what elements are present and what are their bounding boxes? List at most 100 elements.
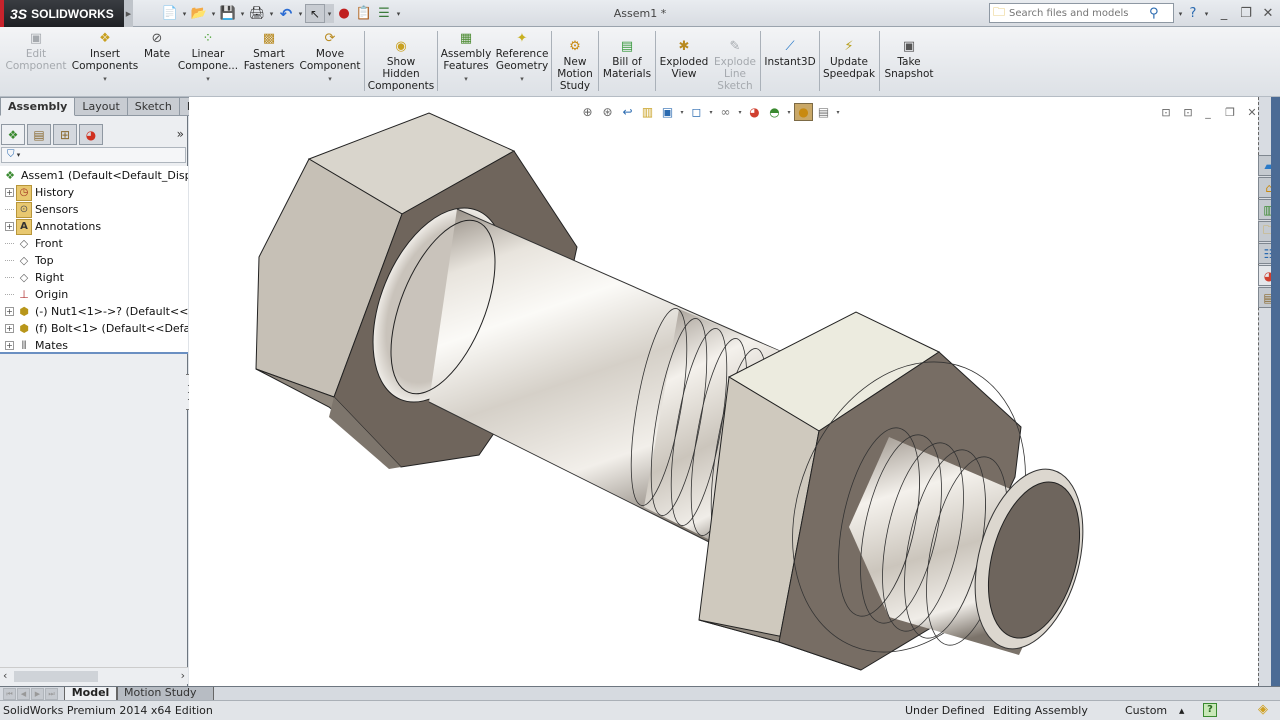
realview-graphics-icon[interactable]: ● xyxy=(794,103,813,121)
tab-motion-study-1[interactable]: Motion Study 1 xyxy=(117,687,214,711)
dropdown-arrow[interactable]: ▾ xyxy=(328,73,332,85)
assembly-features-button[interactable]: ▦ Assembly Features ▾ xyxy=(441,31,492,85)
print-icon[interactable]: 🖨 xyxy=(247,4,267,23)
zoom-to-area-icon[interactable]: ⊛ xyxy=(598,103,617,121)
edit-appearance-icon[interactable]: ◕ xyxy=(745,103,764,121)
tab-model[interactable]: Model xyxy=(64,687,117,701)
dropdown-arrow[interactable]: ▾ xyxy=(103,73,107,85)
exploded-view-button[interactable]: ✱ Exploded View xyxy=(658,39,710,80)
search-input[interactable] xyxy=(1009,7,1146,19)
tab-sketch[interactable]: Sketch xyxy=(127,97,180,116)
tree-node-front-plane[interactable]: ◇ Front xyxy=(5,235,63,252)
move-component-button[interactable]: ⟳ Move Component ▾ xyxy=(299,31,361,85)
view-settings-dropdown[interactable]: ▾ xyxy=(834,109,842,116)
tree-node-sensors[interactable]: ⊙ Sensors xyxy=(5,201,78,218)
print-dropdown[interactable]: ▾ xyxy=(267,4,276,23)
mate-button[interactable]: ⊘ Mate xyxy=(142,31,172,60)
expand-panel-icon[interactable]: » xyxy=(177,127,184,141)
save-icon[interactable]: 💾 xyxy=(218,4,238,23)
apply-scene-icon[interactable]: ◓ xyxy=(765,103,784,121)
featuremanager-tree-tab[interactable]: ❖ xyxy=(1,124,25,145)
zoom-to-fit-icon[interactable]: ⊕ xyxy=(578,103,597,121)
select-icon[interactable]: ↖ xyxy=(305,4,325,23)
options-icon[interactable]: ☰ xyxy=(374,4,394,23)
graphics-area[interactable] xyxy=(189,97,1258,686)
help-icon[interactable]: ? xyxy=(1183,4,1203,22)
display-style-dropdown[interactable]: ▾ xyxy=(707,109,715,116)
help-quick-tips-icon[interactable]: ? xyxy=(1203,703,1217,717)
split-horizontal-icon[interactable]: ⊡ xyxy=(1158,104,1174,120)
insert-components-button[interactable]: ❖ Insert Components ▾ xyxy=(72,31,138,85)
options-dropdown[interactable]: ▾ xyxy=(394,4,403,23)
previous-tab-icon[interactable]: ◀ xyxy=(17,688,30,700)
view-settings-icon[interactable]: ▤ xyxy=(814,103,833,121)
hide-show-items-icon[interactable]: ∞ xyxy=(716,103,735,121)
search-icon[interactable]: ⚲ xyxy=(1149,6,1159,21)
edit-component-button[interactable]: ▣ Edit Component xyxy=(6,31,67,72)
expand-icon[interactable]: + xyxy=(5,188,14,197)
smart-fasteners-button[interactable]: ▩ Smart Fasteners xyxy=(242,31,296,72)
explode-line-sketch-button[interactable]: ✎ Explode Line Sketch xyxy=(712,39,758,92)
new-motion-study-button[interactable]: ⚙ New Motion Study xyxy=(554,39,596,92)
tree-filter[interactable]: ⛉ ▾ xyxy=(1,147,186,163)
units-menu-arrow[interactable]: ▲ xyxy=(1179,707,1184,715)
expand-icon[interactable]: + xyxy=(5,222,14,231)
expand-icon[interactable]: + xyxy=(5,324,14,333)
select-dropdown[interactable]: ▾ xyxy=(325,4,334,23)
new-dropdown[interactable]: ▾ xyxy=(180,4,189,23)
bolt-nut-model[interactable] xyxy=(189,97,1258,686)
tree-node-mates[interactable]: + ⫴ Mates xyxy=(5,337,68,352)
tag-icon[interactable]: ◈ xyxy=(1258,702,1268,717)
restore-icon[interactable]: ❐ xyxy=(1236,4,1256,22)
viewport-restore-icon[interactable]: ❐ xyxy=(1222,104,1238,120)
display-manager-tab[interactable]: ◕ xyxy=(79,124,103,145)
dropdown-arrow[interactable]: ▾ xyxy=(520,73,524,85)
update-speedpak-button[interactable]: ⚡ Update Speedpak xyxy=(822,39,876,80)
help-dropdown[interactable]: ▾ xyxy=(1202,4,1211,23)
tab-layout[interactable]: Layout xyxy=(75,97,128,116)
tab-assembly[interactable]: Assembly xyxy=(0,97,76,116)
file-properties-icon[interactable]: 📋 xyxy=(354,4,374,23)
undo-icon[interactable]: ↶ xyxy=(276,4,296,23)
instant3d-button[interactable]: ⟋ Instant3D xyxy=(763,39,817,68)
linear-component-pattern-button[interactable]: ⁘ Linear Compone... ▾ xyxy=(178,31,238,85)
view-orientation-dropdown[interactable]: ▾ xyxy=(678,109,686,116)
property-manager-tab[interactable]: ▤ xyxy=(27,124,51,145)
undo-dropdown[interactable]: ▾ xyxy=(296,4,305,23)
split-vertical-icon[interactable]: ⊡ xyxy=(1180,104,1196,120)
display-style-icon[interactable]: ◻ xyxy=(687,103,706,121)
dropdown-arrow[interactable]: ▾ xyxy=(464,73,468,85)
last-tab-icon[interactable]: ⏭ xyxy=(45,688,58,700)
previous-view-icon[interactable]: ↩ xyxy=(618,103,637,121)
unit-system[interactable]: Custom xyxy=(1125,704,1167,717)
solidworks-logo[interactable]: 3S SOLIDWORKS xyxy=(0,0,124,27)
menu-expand-arrow[interactable]: ▶ xyxy=(124,0,133,27)
minimize-icon[interactable]: _ xyxy=(1214,4,1234,22)
first-tab-icon[interactable]: ⏮ xyxy=(3,688,16,700)
view-orientation-icon[interactable]: ▣ xyxy=(658,103,677,121)
tree-node-annotations[interactable]: + A Annotations xyxy=(5,218,101,235)
open-dropdown[interactable]: ▾ xyxy=(209,4,218,23)
save-dropdown[interactable]: ▾ xyxy=(238,4,247,23)
bill-of-materials-button[interactable]: ▤ Bill of Materials xyxy=(602,39,652,80)
tree-node-assem1[interactable]: ❖ Assem1 (Default<Default_Display xyxy=(2,167,188,184)
expand-icon[interactable]: + xyxy=(5,341,14,350)
section-view-icon[interactable]: ▥ xyxy=(638,103,657,121)
take-snapshot-button[interactable]: ▣ Take Snapshot xyxy=(882,39,936,80)
apply-scene-dropdown[interactable]: ▾ xyxy=(785,109,793,116)
scroll-left-icon[interactable]: ‹ xyxy=(3,669,7,682)
tree-node-bolt[interactable]: + ⬢ (f) Bolt<1> (Default<<Default xyxy=(5,320,188,337)
new-document-icon[interactable]: 📄 xyxy=(160,4,180,23)
hide-show-dropdown[interactable]: ▾ xyxy=(736,109,744,116)
reference-geometry-button[interactable]: ✦ Reference Geometry ▾ xyxy=(495,31,549,85)
dropdown-arrow[interactable]: ▾ xyxy=(206,73,210,85)
tree-node-top-plane[interactable]: ◇ Top xyxy=(5,252,54,269)
tree-node-right-plane[interactable]: ◇ Right xyxy=(5,269,64,286)
configuration-manager-tab[interactable]: ⊞ xyxy=(53,124,77,145)
tree-node-nut1[interactable]: + ⬢ (-) Nut1<1>->? (Default<<De xyxy=(5,303,188,320)
show-hidden-components-button[interactable]: ◉ Show Hidden Components xyxy=(368,39,434,92)
scroll-right-icon[interactable]: › xyxy=(181,669,185,682)
next-tab-icon[interactable]: ▶ xyxy=(31,688,44,700)
tree-node-history[interactable]: + ◷ History xyxy=(5,184,74,201)
viewport-minimize-icon[interactable]: _ xyxy=(1200,104,1216,120)
